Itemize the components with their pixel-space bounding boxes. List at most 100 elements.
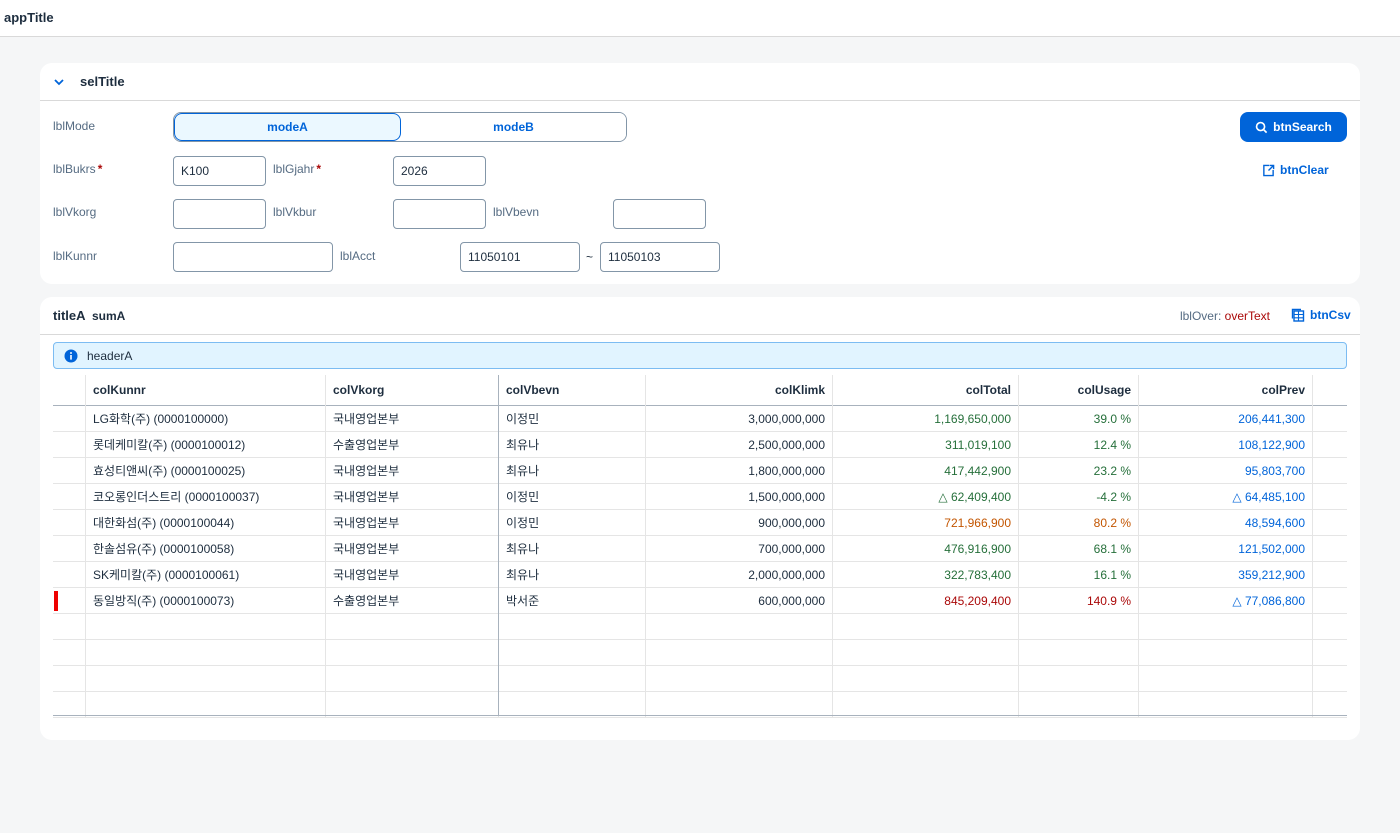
cell-vbevn xyxy=(499,640,646,666)
row-indicator xyxy=(53,536,86,562)
acct-to-input[interactable]: 11050103 xyxy=(600,242,720,272)
table-row[interactable]: 코오롱인더스트리 (0000100037) 국내영업본부 이정민 1,500,000,… xyxy=(53,484,1347,510)
cell-total: △ 62,409,400 xyxy=(833,484,1019,510)
row-indicator xyxy=(53,562,86,588)
cell-vkorg: 국내영업본부 xyxy=(326,536,499,562)
col-header-kunnr[interactable]: colKunnr xyxy=(86,375,326,406)
cell-usage: 68.1 % xyxy=(1019,536,1139,562)
clear-button-label: btnClear xyxy=(1280,163,1329,177)
row-indicator xyxy=(53,640,86,666)
cell-kunnr: LG화학(주) (0000100000) xyxy=(86,406,326,432)
csv-export-label: btnCsv xyxy=(1310,308,1351,322)
cell-vkorg: 수출영업본부 xyxy=(326,432,499,458)
filter-panel-title: selTitle xyxy=(80,74,125,89)
cell-total: 322,783,400 xyxy=(833,562,1019,588)
cell-prev: 121,502,000 xyxy=(1139,536,1313,562)
col-header-vbevn[interactable]: colVbevn xyxy=(499,375,646,406)
cell-vkorg: 국내영업본부 xyxy=(326,562,499,588)
cell-prev xyxy=(1139,640,1313,666)
cell-usage: 23.2 % xyxy=(1019,458,1139,484)
cell-kunnr: 한솔섬유(주) (0000100058) xyxy=(86,536,326,562)
cell-vkorg xyxy=(326,666,499,692)
chevron-down-icon[interactable] xyxy=(52,75,66,89)
vkbur-input[interactable] xyxy=(393,199,486,229)
gjahr-input[interactable]: 2026 xyxy=(393,156,486,186)
cell-kunnr xyxy=(86,640,326,666)
csv-export-button[interactable]: btnCsv xyxy=(1291,308,1351,322)
cell-kunnr: 대한화섬(주) (0000100044) xyxy=(86,510,326,536)
row-indicator-header xyxy=(53,375,86,406)
cell-kunnr: 효성티앤씨(주) (0000100025) xyxy=(86,458,326,484)
cell-total xyxy=(833,640,1019,666)
col-header-usage[interactable]: colUsage xyxy=(1019,375,1139,406)
search-icon xyxy=(1255,121,1268,133)
col-header-klimk[interactable]: colKlimk xyxy=(646,375,833,406)
app-title: appTitle xyxy=(4,10,54,25)
col-header-prev[interactable]: colPrev xyxy=(1139,375,1313,406)
table-row[interactable]: LG화학(주) (0000100000) 국내영업본부 이정민 3,000,000,0… xyxy=(53,406,1347,432)
cell-vkorg: 국내영업본부 xyxy=(326,484,499,510)
acct-from-input[interactable]: 11050101 xyxy=(460,242,580,272)
table-summary: sumA xyxy=(92,309,126,323)
cell-usage xyxy=(1019,614,1139,640)
row-filler xyxy=(1313,406,1347,432)
clear-button[interactable]: btnClear xyxy=(1262,163,1329,177)
table-row[interactable]: 한솔섬유(주) (0000100058) 국내영업본부 최유나 700,000,000… xyxy=(53,536,1347,562)
table-row[interactable]: 효성티앤씨(주) (0000100025) 국내영업본부 최유나 1,800,000,… xyxy=(53,458,1347,484)
table-row[interactable]: 대한화섬(주) (0000100044) 국내영업본부 이정민 900,000,000… xyxy=(53,510,1347,536)
vkorg-input[interactable] xyxy=(173,199,266,229)
cell-klimk: 1,500,000,000 xyxy=(646,484,833,510)
table-row[interactable]: SK케미칼(주) (0000100061) 국내영업본부 최유나 2,000,000,… xyxy=(53,562,1347,588)
cell-prev: 206,441,300 xyxy=(1139,406,1313,432)
cell-total: 845,209,400 xyxy=(833,588,1019,614)
cell-vbevn: 최유나 xyxy=(499,432,646,458)
table-row[interactable]: 롯데케미칼(주) (0000100012) 수출영업본부 최유나 2,500,000,… xyxy=(53,432,1347,458)
cell-vkorg: 국내영업본부 xyxy=(326,406,499,432)
cell-total xyxy=(833,614,1019,640)
mode-segmented-button: modeA modeB xyxy=(173,112,627,142)
cell-vkorg: 국내영업본부 xyxy=(326,458,499,484)
filter-panel: selTitle lblMode modeA modeB btnSearch l… xyxy=(40,63,1360,284)
range-separator: ~ xyxy=(586,250,594,264)
cell-kunnr: 동일방직(주) (0000100073) xyxy=(86,588,326,614)
cell-vbevn: 이정민 xyxy=(499,510,646,536)
info-message-text: headerA xyxy=(87,349,133,363)
bukrs-input[interactable]: K100 xyxy=(173,156,266,186)
empty-table-row xyxy=(53,614,1347,640)
col-header-total[interactable]: colTotal xyxy=(833,375,1019,406)
over-indicator: lblOver: overText xyxy=(1179,309,1270,323)
fixed-column-divider xyxy=(498,375,499,716)
row-filler xyxy=(1313,484,1347,510)
kunnr-input[interactable] xyxy=(173,242,333,272)
cell-total: 476,916,900 xyxy=(833,536,1019,562)
cell-vbevn: 이정민 xyxy=(499,484,646,510)
cell-usage: 16.1 % xyxy=(1019,562,1139,588)
row-indicator xyxy=(53,614,86,640)
cell-vkorg: 국내영업본부 xyxy=(326,510,499,536)
table-row[interactable]: 동일방직(주) (0000100073) 수출영업본부 박서준 600,000,000… xyxy=(53,588,1347,614)
row-indicator xyxy=(53,666,86,692)
cell-klimk: 3,000,000,000 xyxy=(646,406,833,432)
cell-total: 1,169,650,000 xyxy=(833,406,1019,432)
cell-usage: 140.9 % xyxy=(1019,588,1139,614)
mode-option-b[interactable]: modeB xyxy=(401,113,626,141)
search-button[interactable]: btnSearch xyxy=(1240,112,1347,142)
filler-header xyxy=(1313,375,1347,406)
cell-kunnr xyxy=(86,666,326,692)
shell-bar: appTitle xyxy=(0,0,1400,37)
filter-panel-header[interactable]: selTitle xyxy=(40,63,1360,101)
cell-prev: △ 64,485,100 xyxy=(1139,484,1313,510)
cell-vkorg: 수출영업본부 xyxy=(326,588,499,614)
mode-option-a[interactable]: modeA xyxy=(174,113,401,141)
cell-vbevn xyxy=(499,666,646,692)
col-header-vkorg[interactable]: colVkorg xyxy=(326,375,499,406)
cell-usage: 12.4 % xyxy=(1019,432,1139,458)
table-bottom-border xyxy=(53,715,1347,716)
cell-total: 311,019,100 xyxy=(833,432,1019,458)
cell-usage xyxy=(1019,640,1139,666)
mode-label: lblMode xyxy=(53,119,96,133)
vbevn-input[interactable] xyxy=(613,199,706,229)
acct-label: lblAcct xyxy=(340,249,376,263)
row-filler xyxy=(1313,432,1347,458)
row-filler xyxy=(1313,536,1347,562)
